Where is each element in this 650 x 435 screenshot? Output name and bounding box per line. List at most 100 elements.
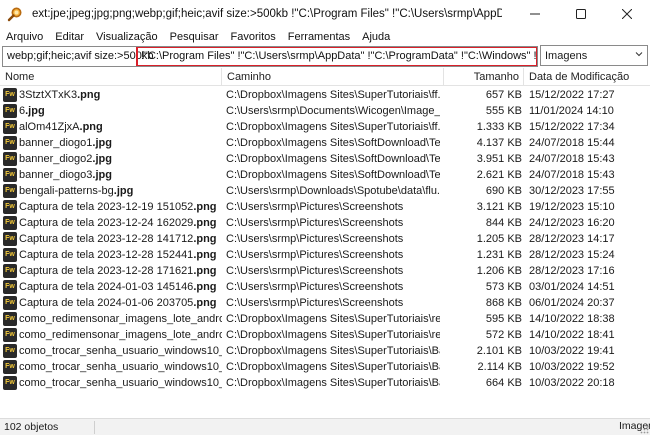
menu-editar[interactable]: Editar [49, 31, 90, 43]
file-date: 14/10/2022 18:41 [529, 329, 615, 341]
column-header-name[interactable]: Nome [0, 68, 222, 86]
table-row[interactable]: Fw como_trocar_senha_usuario_windows10_1.… [0, 375, 650, 391]
file-date: 28/12/2023 17:16 [529, 265, 615, 277]
file-path: C:\Users\srmp\Pictures\Screenshots [226, 233, 404, 245]
window-title: ext:jpe;jpeg;jpg;png;webp;gif;heic;avif … [32, 8, 502, 20]
file-size: 555 KB [485, 105, 522, 117]
maximize-button[interactable] [558, 0, 604, 28]
file-size: 1.206 KB [476, 265, 522, 277]
results-header: Nome Caminho Tamanho Data de Modificação [0, 68, 650, 86]
title-bar[interactable]: ext:jpe;jpeg;jpg;png;webp;gif;heic;avif … [0, 0, 650, 28]
file-path: C:\Dropbox\Imagens Sites\SuperTutoriais\… [226, 361, 440, 373]
table-row[interactable]: Fw como_trocar_senha_usuario_windows10_1.… [0, 343, 650, 359]
file-name: banner_diogo3.jpg [19, 167, 222, 183]
file-base-name: banner_diogo3 [19, 169, 93, 181]
minimize-button[interactable] [512, 0, 558, 28]
file-path: C:\Dropbox\Imagens Sites\SuperTutoriais\… [226, 345, 440, 357]
fireworks-file-icon: Fw [3, 136, 17, 150]
file-path: C:\Users\srmp\Pictures\Screenshots [226, 249, 404, 261]
table-row[interactable]: Fw banner_diogo2.jpg C:\Dropbox\Imagens Si… [0, 151, 650, 167]
column-header-path[interactable]: Caminho [222, 68, 444, 86]
file-size: 2.101 KB [476, 345, 522, 357]
file-extension: .jpg [92, 153, 112, 165]
status-separator [94, 421, 95, 434]
fireworks-file-icon: Fw [3, 360, 17, 374]
table-row[interactable]: Fw Captura de tela 2024-01-03 145146.png C… [0, 279, 650, 295]
file-base-name: Captura de tela 2023-12-24 162029 [19, 217, 194, 229]
file-base-name: como_trocar_senha_usuario_windows10_1... [19, 377, 222, 389]
file-size: 3.121 KB [476, 201, 522, 213]
file-size: 595 KB [485, 313, 522, 325]
file-name: banner_diogo2.jpg [19, 151, 222, 167]
table-row[interactable]: Fw Captura de tela 2023-12-28 152441.png C… [0, 247, 650, 263]
fireworks-file-icon: Fw [3, 184, 17, 198]
resize-grip-icon[interactable] [640, 425, 649, 434]
fireworks-file-icon: Fw [3, 376, 17, 390]
table-row[interactable]: Fw Captura de tela 2024-01-06 203705.png C… [0, 295, 650, 311]
search-input[interactable]: webp;gif;heic;avif size:>500kb !"C:\Prog… [2, 45, 538, 67]
table-row[interactable]: Fw 6.jpg C:\Users\srmp\Documents\Wicogen\I… [0, 103, 650, 119]
file-date: 28/12/2023 14:17 [529, 233, 615, 245]
file-size: 657 KB [485, 89, 522, 101]
file-date: 24/07/2018 15:43 [529, 169, 615, 181]
menu-favoritos[interactable]: Favoritos [225, 31, 282, 43]
table-row[interactable]: Fw banner_diogo1.jpg C:\Dropbox\Imagens Si… [0, 135, 650, 151]
column-header-size[interactable]: Tamanho [444, 68, 524, 86]
table-row[interactable]: Fw como_redimensonar_imagens_lote_androi.… [0, 327, 650, 343]
file-size: 1.231 KB [476, 249, 522, 261]
table-row[interactable]: Fw banner_diogo3.jpg C:\Dropbox\Imagens Si… [0, 167, 650, 183]
file-name: Captura de tela 2023-12-28 171621.png [19, 263, 222, 279]
file-name: 3StztXTxK3.png [19, 87, 222, 103]
menu-arquivo[interactable]: Arquivo [0, 31, 49, 43]
file-base-name: como_trocar_senha_usuario_windows10_1... [19, 345, 222, 357]
file-base-name: Captura de tela 2023-12-19 151052 [19, 201, 194, 213]
fireworks-file-icon: Fw [3, 88, 17, 102]
column-header-date[interactable]: Data de Modificação [524, 68, 642, 86]
results-list: Fw 3StztXTxK3.png C:\Dropbox\Imagens Sites… [0, 87, 650, 405]
file-path: C:\Dropbox\Imagens Sites\SoftDownload\Te… [226, 137, 440, 149]
table-row[interactable]: Fw alOm41ZjxA.png C:\Dropbox\Imagens Sites… [0, 119, 650, 135]
table-row[interactable]: Fw como_redimensonar_imagens_lote_androi.… [0, 311, 650, 327]
file-path: C:\Users\srmp\Pictures\Screenshots [226, 265, 404, 277]
file-name: 6.jpg [19, 103, 222, 119]
table-row[interactable]: Fw bengali-patterns-bg.jpg C:\Users\srmp\D… [0, 183, 650, 199]
file-size: 2.621 KB [476, 169, 522, 181]
file-path: C:\Users\srmp\Pictures\Screenshots [226, 201, 404, 213]
file-base-name: banner_diogo2 [19, 153, 93, 165]
table-row[interactable]: Fw Captura de tela 2023-12-28 141712.png C… [0, 231, 650, 247]
table-row[interactable]: Fw como_trocar_senha_usuario_windows10_1.… [0, 359, 650, 375]
file-extension: .png [193, 233, 217, 245]
table-row[interactable]: Fw 3StztXTxK3.png C:\Dropbox\Imagens Sites… [0, 87, 650, 103]
file-date: 30/12/2023 17:55 [529, 185, 615, 197]
file-name: como_redimensonar_imagens_lote_androi... [19, 311, 222, 327]
file-extension: .jpg [25, 105, 45, 117]
menu-ferramentas[interactable]: Ferramentas [282, 31, 356, 43]
table-row[interactable]: Fw Captura de tela 2023-12-28 171621.png C… [0, 263, 650, 279]
file-name: banner_diogo1.jpg [19, 135, 222, 151]
menu-bar: Arquivo Editar Visualização Pesquisar Fa… [0, 28, 650, 46]
table-row[interactable]: Fw Captura de tela 2023-12-19 151052.png C… [0, 199, 650, 215]
file-name: Captura de tela 2024-01-03 145146.png [19, 279, 222, 295]
status-object-count: 102 objetos [4, 421, 59, 433]
filter-dropdown-value: Imagens [545, 49, 588, 62]
file-date: 10/03/2022 20:18 [529, 377, 615, 389]
table-row[interactable]: Fw Captura de tela 2023-12-24 162029.png C… [0, 215, 650, 231]
filter-dropdown[interactable]: Imagens [540, 45, 648, 66]
menu-pesquisar[interactable]: Pesquisar [164, 31, 225, 43]
file-base-name: Captura de tela 2024-01-03 145146 [19, 281, 194, 293]
file-size: 868 KB [485, 297, 522, 309]
menu-visualizacao[interactable]: Visualização [90, 31, 164, 43]
file-extension: .jpg [92, 137, 112, 149]
file-path: C:\Users\srmp\Pictures\Screenshots [226, 281, 404, 293]
file-extension: .png [193, 265, 217, 277]
file-base-name: alOm41ZjxA [19, 121, 80, 133]
menu-ajuda[interactable]: Ajuda [356, 31, 396, 43]
search-bar: webp;gif;heic;avif size:>500kb !"C:\Prog… [2, 45, 648, 67]
close-button[interactable] [604, 0, 650, 28]
file-base-name: Captura de tela 2023-12-28 171621 [19, 265, 194, 277]
fireworks-file-icon: Fw [3, 120, 17, 134]
file-date: 24/12/2023 16:20 [529, 217, 615, 229]
file-date: 03/01/2024 14:51 [529, 281, 615, 293]
fireworks-file-icon: Fw [3, 296, 17, 310]
file-base-name: 3StztXTxK3 [19, 89, 78, 101]
